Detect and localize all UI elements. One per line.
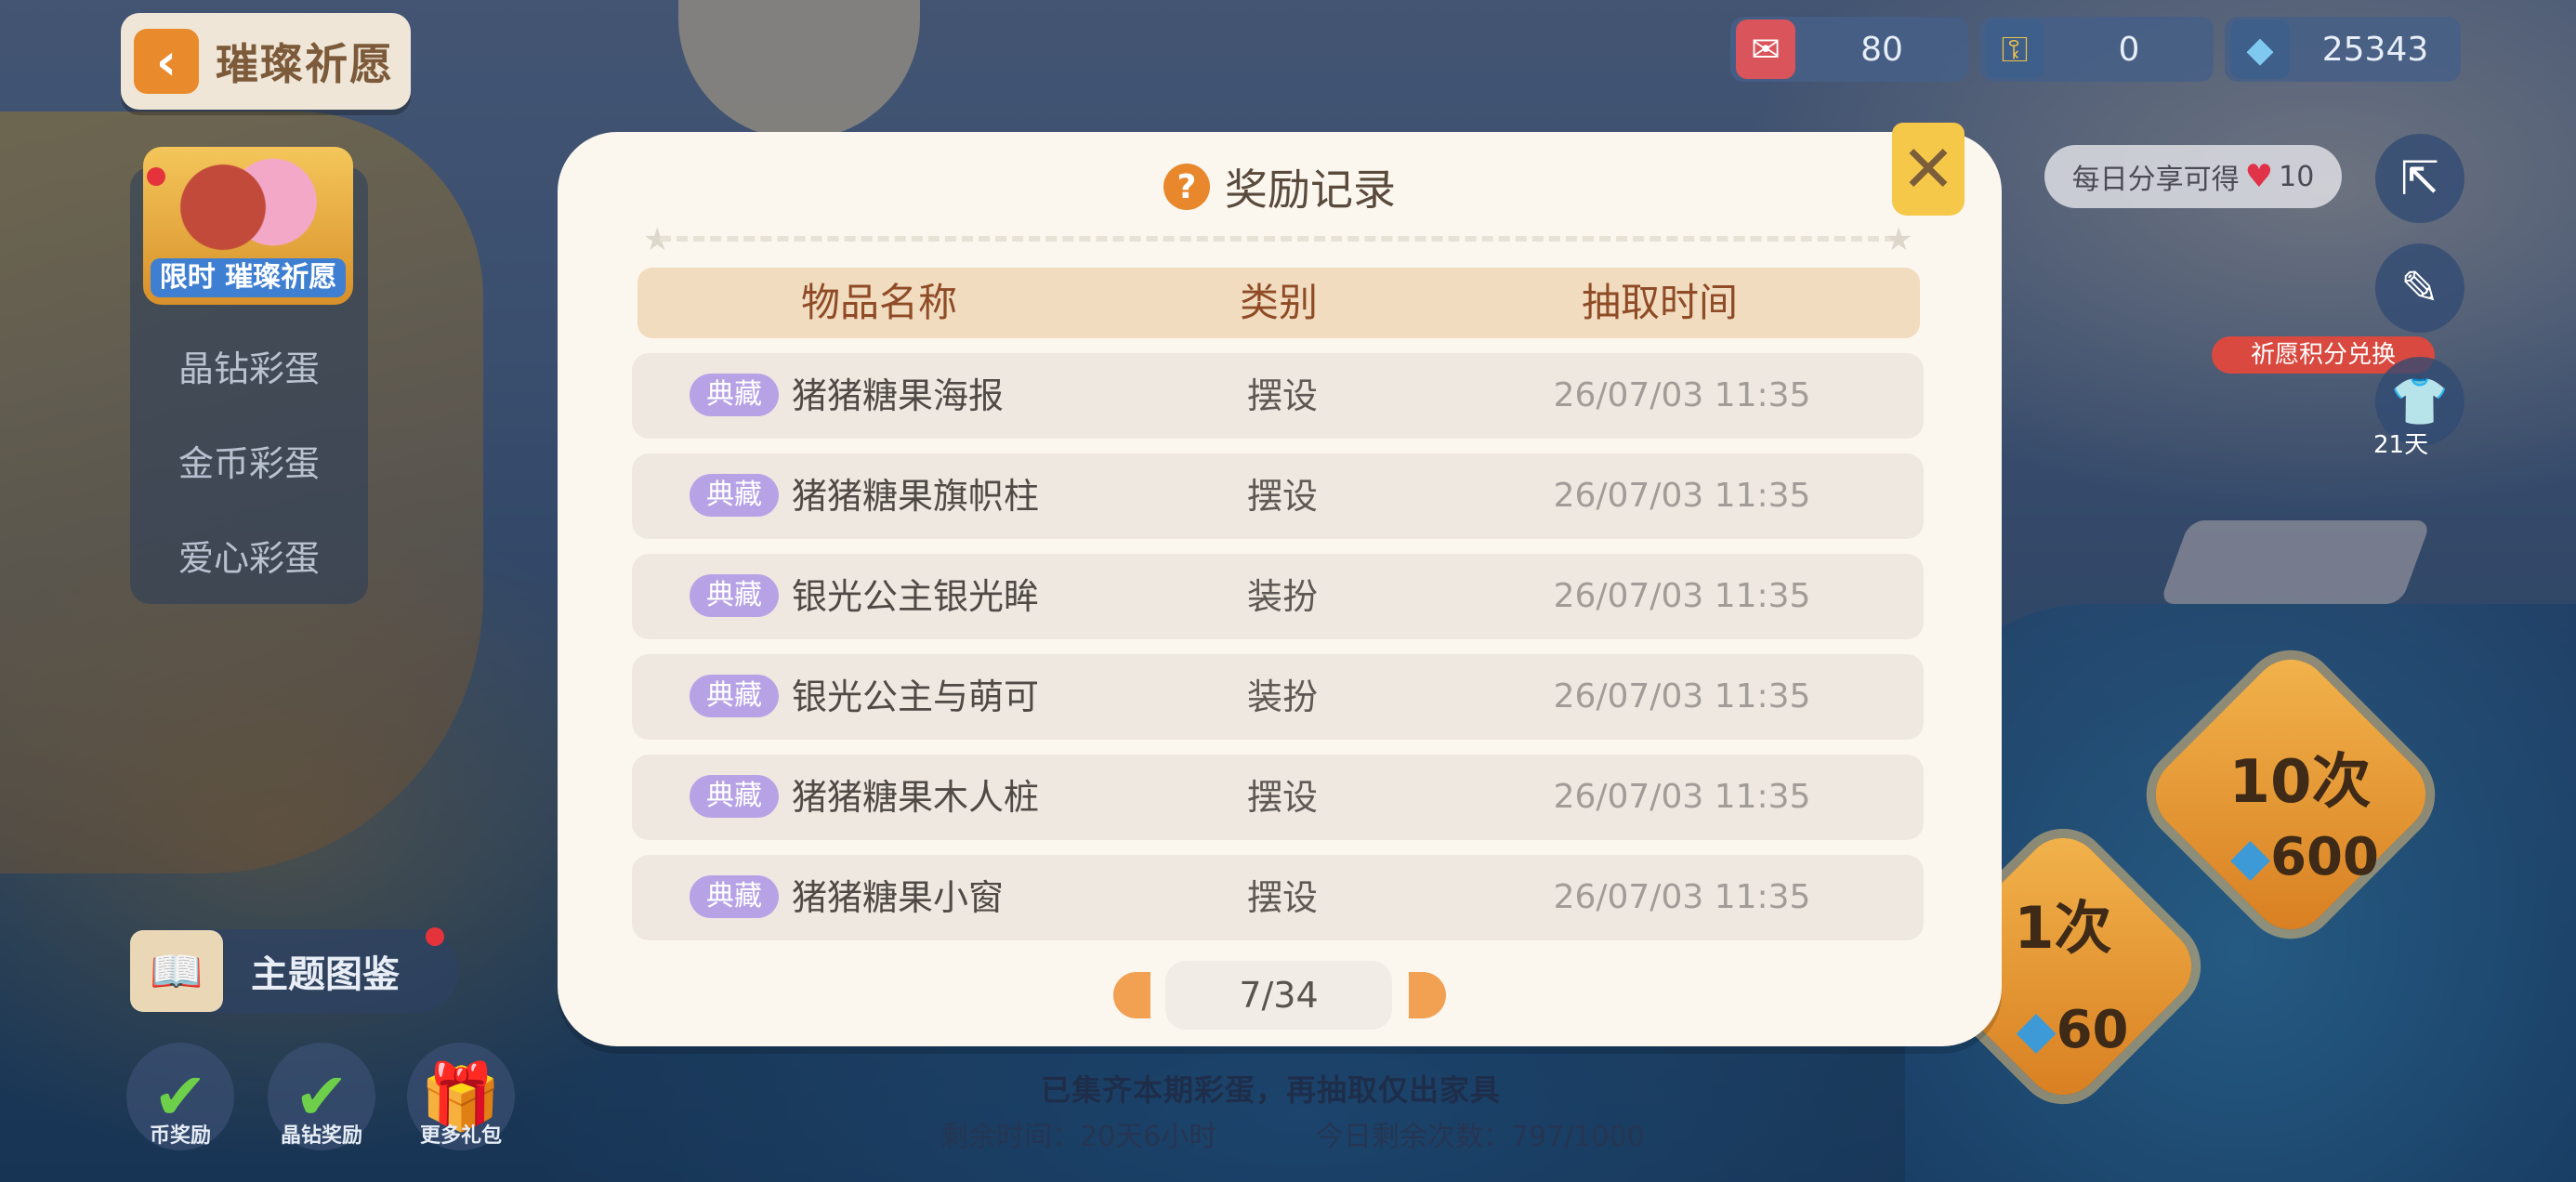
dialog-header: ? 奖励记录: [558, 156, 2002, 217]
item-name: 猪猪糖果小窗: [792, 877, 1005, 918]
share-text: 每日分享可得: [2071, 164, 2240, 196]
next-page-button[interactable]: [1409, 972, 1446, 1018]
category-menu: 限时 璀璨祈愿 晶钻彩蛋 金币彩蛋 爱心彩蛋: [130, 147, 368, 604]
more-gifts-label: 更多礼包: [419, 1124, 502, 1148]
item-name: 猪猪糖果旗帜柱: [792, 476, 1040, 517]
diamond-icon: ◆: [2230, 827, 2271, 887]
page-indicator: 7/34: [1165, 961, 1392, 1030]
coin-reward-button[interactable]: ✔ 币奖励: [126, 1043, 234, 1150]
column-header-category: 类别: [1239, 280, 1318, 325]
pagination: 7/34: [558, 961, 2002, 1030]
draw-time: 26/07/03 11:35: [1553, 778, 1811, 816]
draw-time: 26/07/03 11:35: [1553, 577, 1811, 615]
table-row: 典藏 猪猪糖果小窗 摆设 26/07/03 11:35: [632, 855, 1924, 940]
notification-dot: [147, 167, 165, 186]
notification-dot: [426, 927, 444, 946]
item-category: 摆设: [1246, 476, 1318, 517]
draw-once-label: 1次: [2014, 894, 2112, 962]
event-characters-image: [164, 156, 332, 258]
item-category: 摆设: [1246, 877, 1318, 918]
close-button[interactable]: ✕: [1892, 123, 1965, 216]
draw-once-cost-value: 60: [2056, 1000, 2129, 1060]
table-header: 物品名称 类别 抽取时间: [637, 268, 1920, 338]
item-category: 摆设: [1246, 375, 1318, 416]
share-reward-value: 10: [2279, 160, 2315, 193]
limited-event-badge[interactable]: 限时 璀璨祈愿: [143, 147, 353, 305]
item-name: 猪猪糖果木人桩: [792, 777, 1040, 818]
dashed-divider: [660, 236, 1896, 242]
back-button[interactable]: ‹ 璀璨祈愿: [121, 13, 411, 110]
prev-page-button[interactable]: [1113, 972, 1150, 1018]
menu-item-crystal-egg[interactable]: 晶钻彩蛋: [130, 340, 368, 391]
rarity-tag: 典藏: [690, 374, 779, 416]
crystal-reward-button[interactable]: ✔ 晶钻奖励: [268, 1043, 375, 1150]
rarity-tag: 典藏: [690, 875, 779, 918]
rarity-tag: 典藏: [690, 574, 779, 617]
item-name: 银光公主银光眸: [792, 576, 1040, 617]
star-icon: ★: [1885, 221, 1913, 258]
table-row: 典藏 银光公主银光眸 装扮 26/07/03 11:35: [632, 554, 1924, 639]
rarity-tag: 典藏: [690, 775, 779, 818]
draw-once-cost: ◆60: [1989, 1000, 2156, 1060]
currency-diamond[interactable]: ◆ 25343: [2225, 17, 2461, 82]
shirt-icon: 👕: [2390, 374, 2450, 428]
draw-ten-cost: ◆600: [2212, 827, 2398, 887]
column-header-item-name: 物品名称: [800, 280, 957, 325]
days-left: 21天: [2373, 431, 2429, 459]
item-name: 猪猪糖果海报: [792, 375, 1005, 416]
draw-time: 26/07/03 11:35: [1553, 677, 1811, 716]
coin-reward-label: 币奖励: [149, 1124, 211, 1148]
share-button[interactable]: ⇱: [2375, 134, 2464, 223]
collection-notice: 已集齐本期彩蛋，再抽取仅出家具: [1041, 1072, 1502, 1108]
column-header-draw-time: 抽取时间: [1581, 280, 1738, 325]
currency-value: 80: [1860, 30, 1903, 69]
item-category: 装扮: [1246, 576, 1318, 617]
remaining-draws: 今日剩余次数：797/1000: [1316, 1121, 1645, 1153]
theme-collection-label: 主题图鉴: [251, 953, 400, 996]
share-icon: ⇱: [2400, 151, 2439, 205]
arrow-left-icon: ‹: [134, 29, 199, 94]
draw-ten-cost-value: 600: [2270, 827, 2379, 887]
key-icon: ⚿: [1985, 20, 2044, 79]
diamond-icon: ◆: [2230, 20, 2290, 79]
table-row: 典藏 银光公主与萌可 装扮 26/07/03 11:35: [632, 654, 1924, 740]
draw-time: 26/07/03 11:35: [1553, 376, 1811, 414]
menu-item-gold-egg[interactable]: 金币彩蛋: [130, 435, 368, 486]
table-row: 典藏 猪猪糖果海报 摆设 26/07/03 11:35: [632, 353, 1924, 439]
draw-time: 26/07/03 11:35: [1553, 477, 1811, 515]
crystal-reward-label: 晶钻奖励: [280, 1124, 362, 1148]
edit-icon: ✎: [2400, 261, 2439, 315]
remaining-time: 剩余时间：20天6小时: [940, 1121, 1217, 1153]
theme-collection-button[interactable]: 📖 主题图鉴: [130, 929, 459, 1013]
currency-value: 25343: [2321, 30, 2429, 69]
table-row: 典藏 猪猪糖果木人桩 摆设 26/07/03 11:35: [632, 755, 1924, 840]
menu-item-heart-egg[interactable]: 爱心彩蛋: [130, 530, 368, 581]
currency-value: 0: [2118, 30, 2140, 69]
item-name: 银光公主与萌可: [792, 676, 1040, 717]
draw-time: 26/07/03 11:35: [1553, 878, 1811, 916]
help-icon[interactable]: ?: [1163, 164, 1210, 210]
more-gifts-button[interactable]: 🎁 更多礼包: [407, 1043, 515, 1150]
page-title: 璀璨祈愿: [216, 39, 394, 89]
currency-ticket[interactable]: ✉ 80: [1730, 17, 1968, 82]
draw-ten-label: 10次: [2228, 748, 2372, 817]
notes-button[interactable]: ✎: [2375, 243, 2464, 333]
rarity-tag: 典藏: [690, 675, 779, 717]
currency-key[interactable]: ⚿ 0: [1979, 17, 2214, 82]
item-category: 摆设: [1246, 777, 1318, 818]
dialog-title: 奖励记录: [1225, 164, 1396, 215]
heart-icon: ♥: [2244, 158, 2274, 195]
rarity-tag: 典藏: [690, 474, 779, 517]
badge-label: 限时 璀璨祈愿: [151, 258, 346, 297]
ticket-icon: ✉: [1736, 20, 1795, 79]
diamond-icon: ◆: [2016, 1000, 2057, 1060]
daily-share-reward: 每日分享可得 ♥ 10: [2044, 145, 2342, 208]
close-icon: ✕: [1900, 131, 1956, 207]
book-icon: 📖: [130, 930, 223, 1012]
item-category: 装扮: [1246, 676, 1318, 717]
table-row: 典藏 猪猪糖果旗帜柱 摆设 26/07/03 11:35: [632, 453, 1924, 539]
reward-record-dialog: ? 奖励记录 ✕ ★ ★ 物品名称 类别 抽取时间 典藏 猪猪糖果海报 摆设 2…: [558, 123, 2002, 1046]
